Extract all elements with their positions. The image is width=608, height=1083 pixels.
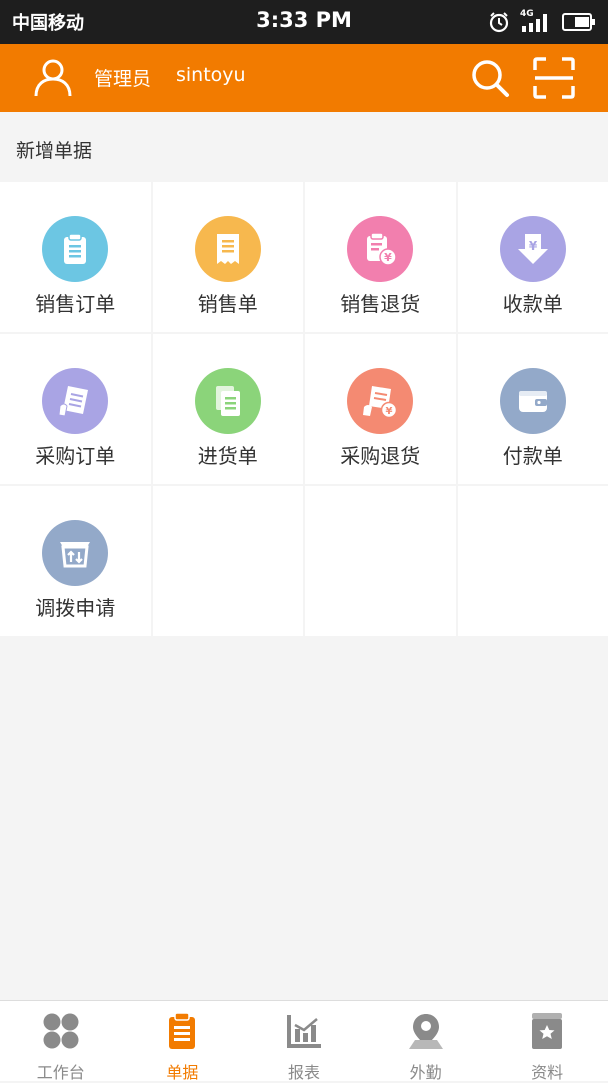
grid-empty-cell — [153, 486, 304, 636]
battery-icon — [562, 12, 596, 32]
svg-text:¥: ¥ — [386, 406, 393, 417]
report-chart-icon — [284, 1011, 324, 1051]
tab-label: 报表 — [243, 1059, 365, 1083]
grid-empty-cell — [458, 486, 608, 636]
grid-item-label: 采购退货 — [305, 440, 456, 469]
grid-item-payment-voucher[interactable]: 付款单 — [458, 334, 608, 484]
data-book-icon — [527, 1011, 567, 1051]
tab-workbench[interactable]: 工作台 — [0, 1001, 122, 1081]
document-grid: 销售订单 销售单 ¥ 销售退货 — [0, 182, 608, 636]
grid-item-sales-slip[interactable]: 销售单 — [153, 182, 304, 332]
grid-empty-cell — [305, 486, 456, 636]
user-icon[interactable] — [32, 56, 74, 98]
bottom-tab-bar: 工作台 单据 报表 外勤 — [0, 1000, 608, 1081]
documents-icon — [195, 368, 261, 434]
status-bar: 中国移动 3:33 PM 4G — [0, 0, 608, 44]
user-name: sintoyu — [176, 64, 246, 86]
tab-data[interactable]: 资料 — [486, 1001, 608, 1081]
section-title: 新增单据 — [16, 136, 92, 163]
search-icon[interactable] — [468, 56, 512, 100]
user-role: 管理员 — [94, 64, 151, 91]
receipt-icon — [195, 216, 261, 282]
scan-icon[interactable] — [532, 56, 576, 100]
purchase-return-icon: ¥ — [347, 368, 413, 434]
grid-item-transfer-request[interactable]: 调拨申请 — [0, 486, 151, 636]
grid-item-purchase-order[interactable]: 采购订单 — [0, 334, 151, 484]
grid-item-label: 付款单 — [458, 440, 608, 469]
grid-item-label: 调拨申请 — [0, 592, 151, 621]
dashboard-icon — [41, 1011, 81, 1051]
wallet-icon — [500, 368, 566, 434]
grid-item-label: 销售订单 — [0, 288, 151, 317]
grid-item-sales-return[interactable]: ¥ 销售退货 — [305, 182, 456, 332]
grid-item-stock-in[interactable]: 进货单 — [153, 334, 304, 484]
tab-label: 工作台 — [0, 1059, 122, 1083]
grid-item-label: 销售退货 — [305, 288, 456, 317]
return-yen-icon: ¥ — [347, 216, 413, 282]
grid-item-receipt-voucher[interactable]: ¥ 收款单 — [458, 182, 608, 332]
document-icon — [162, 1011, 202, 1051]
grid-item-label: 销售单 — [153, 288, 304, 317]
tab-documents[interactable]: 单据 — [122, 1001, 244, 1081]
clipboard-icon — [42, 216, 108, 282]
grid-item-label: 收款单 — [458, 288, 608, 317]
tab-label: 资料 — [486, 1059, 608, 1083]
status-icons: 4G — [488, 10, 596, 34]
app-header: 管理员 sintoyu — [0, 44, 608, 112]
grid-item-label: 采购订单 — [0, 440, 151, 469]
tab-field-work[interactable]: 外勤 — [365, 1001, 487, 1081]
location-pin-icon — [406, 1011, 446, 1051]
tab-reports[interactable]: 报表 — [243, 1001, 365, 1081]
tab-label: 单据 — [122, 1059, 244, 1083]
tab-label: 外勤 — [365, 1059, 487, 1083]
signal-icon: 4G — [520, 11, 552, 33]
grid-item-label: 进货单 — [153, 440, 304, 469]
transfer-box-icon — [42, 520, 108, 586]
svg-text:¥: ¥ — [529, 239, 538, 253]
svg-text:¥: ¥ — [384, 251, 392, 264]
grid-item-sales-order[interactable]: 销售订单 — [0, 182, 151, 332]
purchase-order-icon — [42, 368, 108, 434]
download-yen-icon: ¥ — [500, 216, 566, 282]
grid-item-purchase-return[interactable]: ¥ 采购退货 — [305, 334, 456, 484]
alarm-icon — [488, 11, 510, 33]
